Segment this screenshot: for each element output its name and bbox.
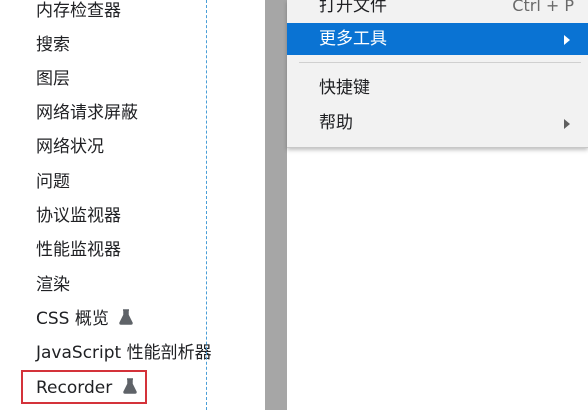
tool-item-issues[interactable]: 问题 bbox=[36, 167, 70, 197]
tool-item-rendering[interactable]: 渲染 bbox=[36, 270, 70, 300]
tool-item-label: 协议监视器 bbox=[36, 206, 121, 226]
more-tools-list: 内存检查器 搜索 图层 网络请求屏蔽 网络状况 问题 协议监视器 性能监视器 渲… bbox=[0, 0, 265, 410]
background-area bbox=[287, 148, 588, 410]
submenu-arrow-icon bbox=[564, 35, 570, 45]
tool-item-label: 渲染 bbox=[36, 275, 70, 295]
tool-item-label: 问题 bbox=[36, 172, 70, 192]
tool-item-label: JavaScript 性能剖析器 bbox=[36, 343, 212, 363]
tool-item-search[interactable]: 搜索 bbox=[36, 30, 70, 60]
flask-icon bbox=[119, 309, 134, 325]
tool-item-network-conditions[interactable]: 网络状况 bbox=[36, 132, 104, 162]
menu-item-label: 帮助 bbox=[319, 113, 353, 133]
menu-item-label: 更多工具 bbox=[319, 29, 387, 49]
menu-separator bbox=[299, 62, 581, 63]
tool-item-label: 搜索 bbox=[36, 35, 70, 55]
menu-item-shortcut: Ctrl + P bbox=[512, 0, 574, 15]
dashed-guide-line bbox=[206, 0, 207, 410]
panel-divider bbox=[265, 0, 287, 410]
tool-item-label: 图层 bbox=[36, 69, 70, 89]
tool-item-label: CSS 概览 bbox=[36, 309, 109, 329]
tool-item-label: 性能监视器 bbox=[36, 240, 121, 260]
menu-item-help[interactable]: 帮助 bbox=[287, 107, 588, 139]
tool-item-label: 内存检查器 bbox=[36, 1, 121, 21]
tool-item-performance-monitor[interactable]: 性能监视器 bbox=[36, 235, 121, 265]
tool-item-protocol-monitor[interactable]: 协议监视器 bbox=[36, 201, 121, 231]
context-menu: 打开文件 Ctrl + P 更多工具 快捷键 帮助 bbox=[287, 0, 588, 148]
recorder-highlight-box bbox=[21, 370, 147, 404]
tool-item-css-overview[interactable]: CSS 概览 bbox=[36, 304, 134, 334]
menu-item-label: 快捷键 bbox=[319, 78, 370, 98]
menu-item-shortcuts[interactable]: 快捷键 bbox=[287, 72, 588, 104]
submenu-arrow-icon bbox=[564, 119, 570, 129]
tool-item-memory-inspector[interactable]: 内存检查器 bbox=[36, 0, 121, 26]
menu-item-open-file[interactable]: 打开文件 Ctrl + P bbox=[287, 0, 588, 22]
tool-item-label: 网络请求屏蔽 bbox=[36, 103, 138, 123]
tool-item-label: 网络状况 bbox=[36, 137, 104, 157]
tool-item-javascript-profiler[interactable]: JavaScript 性能剖析器 bbox=[36, 338, 212, 368]
menu-item-label: 打开文件 bbox=[319, 0, 387, 16]
menu-item-more-tools[interactable]: 更多工具 bbox=[287, 23, 588, 55]
tool-item-network-request-blocking[interactable]: 网络请求屏蔽 bbox=[36, 98, 138, 128]
tool-item-layers[interactable]: 图层 bbox=[36, 64, 70, 94]
